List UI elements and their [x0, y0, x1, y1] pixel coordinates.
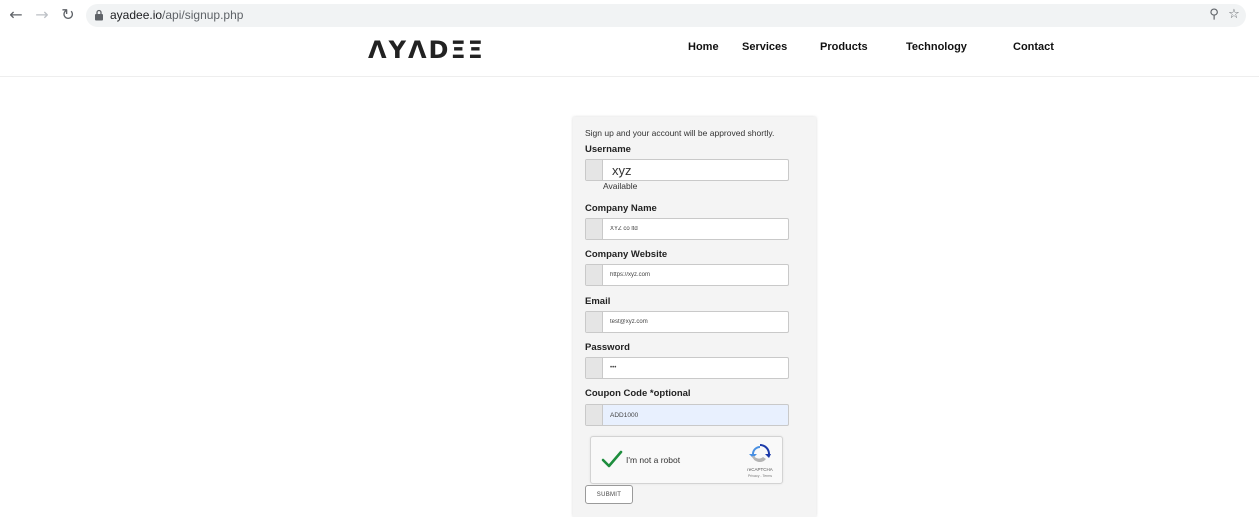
nav-home[interactable]: Home: [688, 41, 719, 53]
password-input[interactable]: [604, 358, 788, 378]
recaptcha-brand: reCAPTCHA: [747, 467, 773, 472]
nav-services[interactable]: Services: [742, 41, 787, 53]
username-label: Username: [585, 144, 631, 155]
username-addon: [586, 160, 603, 180]
coupon-input[interactable]: [604, 405, 788, 425]
zoom-icon[interactable]: ⚲: [1206, 7, 1222, 23]
url-text: ayadee.io/api/signup.php: [110, 8, 244, 22]
nav-technology[interactable]: Technology: [906, 41, 967, 53]
nav-contact[interactable]: Contact: [1013, 41, 1054, 53]
company-website-input[interactable]: [604, 265, 788, 285]
lock-icon: [95, 9, 103, 21]
coupon-label: Coupon Code *optional: [585, 388, 691, 399]
star-icon[interactable]: ☆: [1226, 7, 1242, 23]
site-logo[interactable]: ΛYΛDΞΞ: [368, 36, 485, 64]
arrow-left-icon[interactable]: ←: [6, 5, 26, 25]
company-name-field[interactable]: [585, 218, 789, 240]
recaptcha-widget[interactable]: I'm not a robot reCAPTCHA Privacy - Term…: [590, 436, 783, 484]
username-input[interactable]: [604, 160, 788, 180]
site-header: ΛYΛDΞΞ Home Services Products Technology…: [0, 32, 1259, 77]
recaptcha-logo-icon: [749, 444, 771, 463]
username-availability: Available: [603, 181, 638, 191]
coupon-field[interactable]: [585, 404, 789, 426]
email-field[interactable]: [585, 311, 789, 333]
intro-text: Sign up and your account will be approve…: [585, 128, 775, 138]
company-name-label: Company Name: [585, 203, 657, 214]
company-website-field[interactable]: [585, 264, 789, 286]
checkmark-icon[interactable]: [601, 448, 623, 470]
browser-toolbar: ← → ↻ ayadee.io/api/signup.php ⚲ ☆: [0, 0, 1259, 32]
signup-form: Sign up and your account will be approve…: [573, 117, 816, 517]
submit-button[interactable]: SUBMIT: [585, 485, 633, 504]
recaptcha-label: I'm not a robot: [626, 455, 681, 465]
address-bar[interactable]: ayadee.io/api/signup.php ⚲ ☆: [86, 4, 1246, 27]
email-input[interactable]: [604, 312, 788, 332]
coupon-addon: [586, 405, 603, 425]
company-name-addon: [586, 219, 603, 239]
reload-icon[interactable]: ↻: [58, 5, 78, 25]
company-website-label: Company Website: [585, 249, 668, 260]
username-field[interactable]: [585, 159, 789, 181]
password-field[interactable]: [585, 357, 789, 379]
email-label: Email: [585, 296, 611, 307]
arrow-right-icon[interactable]: →: [32, 5, 52, 25]
recaptcha-terms[interactable]: Privacy - Terms: [735, 474, 785, 478]
company-website-addon: [586, 265, 603, 285]
nav-products[interactable]: Products: [820, 41, 868, 53]
email-addon: [586, 312, 603, 332]
company-name-input[interactable]: [604, 219, 788, 239]
password-label: Password: [585, 342, 630, 353]
password-addon: [586, 358, 603, 378]
